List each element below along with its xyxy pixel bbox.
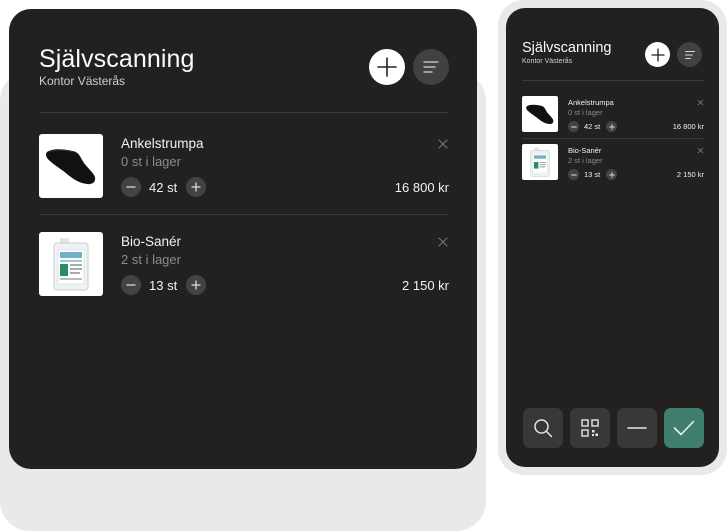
item-price: 16 800 kr bbox=[672, 122, 704, 131]
filter-menu-button[interactable] bbox=[677, 42, 702, 67]
decrease-quantity-button[interactable] bbox=[121, 177, 141, 197]
plus-icon bbox=[191, 182, 201, 192]
remove-item-button[interactable] bbox=[697, 99, 704, 106]
small-device-screen: Självscanning Kontor Västerås Ankelstrum… bbox=[506, 8, 719, 467]
add-button[interactable] bbox=[369, 49, 405, 85]
minus-icon bbox=[126, 186, 136, 188]
page-title: Självscanning bbox=[522, 40, 612, 56]
bottle-icon bbox=[530, 147, 550, 177]
sock-icon bbox=[46, 149, 96, 185]
remove-item-button[interactable] bbox=[437, 236, 449, 248]
minus-icon bbox=[126, 284, 136, 286]
increase-quantity-button[interactable] bbox=[186, 177, 206, 197]
plus-icon bbox=[608, 171, 615, 178]
header-divider bbox=[522, 80, 704, 81]
minus-icon bbox=[570, 126, 577, 127]
minus-icon bbox=[570, 174, 577, 175]
large-device-screen: Självscanning Kontor Västerås Ankelstrum… bbox=[9, 9, 477, 469]
list-item: Ankelstrumpa 0 st i lager 42 st 16 800 k… bbox=[522, 96, 704, 141]
filter-lines-icon bbox=[423, 61, 439, 73]
filter-menu-button[interactable] bbox=[413, 49, 449, 85]
close-icon bbox=[438, 139, 448, 149]
plus-icon bbox=[377, 57, 397, 77]
item-name: Bio-Sanér bbox=[121, 234, 182, 249]
item-name: Bio-Sanér bbox=[568, 146, 602, 155]
product-thumbnail bbox=[39, 232, 103, 296]
item-stock: 0 st i lager bbox=[568, 108, 603, 117]
page-title: Självscanning bbox=[39, 45, 195, 73]
item-quantity: 13 st bbox=[584, 170, 601, 179]
close-icon bbox=[697, 147, 704, 154]
item-price: 2 150 kr bbox=[676, 170, 704, 179]
item-price: 16 800 kr bbox=[394, 180, 449, 195]
minus-icon bbox=[627, 427, 647, 429]
list-item: Bio-Sanér 2 st i lager 13 st 2 150 kr bbox=[39, 232, 449, 312]
item-stock: 2 st i lager bbox=[121, 252, 181, 267]
item-quantity: 13 st bbox=[149, 278, 178, 293]
bottle-icon bbox=[53, 238, 89, 291]
sock-icon bbox=[526, 104, 554, 125]
product-thumbnail bbox=[522, 96, 558, 132]
page-subtitle: Kontor Västerås bbox=[39, 74, 126, 88]
qr-code-icon bbox=[581, 419, 599, 437]
item-stock: 0 st i lager bbox=[121, 154, 181, 169]
check-icon bbox=[673, 420, 695, 436]
close-icon bbox=[438, 237, 448, 247]
add-button[interactable] bbox=[645, 42, 670, 67]
item-divider bbox=[522, 138, 704, 139]
scan-qr-button[interactable] bbox=[570, 408, 610, 448]
product-thumbnail bbox=[39, 134, 103, 198]
increase-quantity-button[interactable] bbox=[606, 169, 617, 180]
decrease-quantity-button[interactable] bbox=[568, 169, 579, 180]
plus-icon bbox=[608, 123, 615, 130]
remove-item-button[interactable] bbox=[697, 147, 704, 154]
remove-item-button[interactable] bbox=[437, 138, 449, 150]
item-stock: 2 st i lager bbox=[568, 156, 603, 165]
list-item: Bio-Sanér 2 st i lager 13 st 2 150 kr bbox=[522, 144, 704, 189]
item-name: Ankelstrumpa bbox=[121, 136, 204, 151]
increase-quantity-button[interactable] bbox=[186, 275, 206, 295]
page-subtitle: Kontor Västerås bbox=[522, 58, 573, 65]
plus-icon bbox=[191, 280, 201, 290]
decrease-quantity-button[interactable] bbox=[121, 275, 141, 295]
item-price: 2 150 kr bbox=[402, 278, 449, 293]
search-icon bbox=[534, 419, 553, 438]
increase-quantity-button[interactable] bbox=[606, 121, 617, 132]
filter-lines-icon bbox=[684, 50, 695, 59]
item-quantity: 42 st bbox=[149, 180, 178, 195]
item-quantity: 42 st bbox=[584, 122, 601, 131]
decrease-quantity-button[interactable] bbox=[568, 121, 579, 132]
confirm-button[interactable] bbox=[664, 408, 704, 448]
list-item: Ankelstrumpa 0 st i lager 42 st 16 800 k… bbox=[39, 134, 449, 214]
item-name: Ankelstrumpa bbox=[568, 98, 614, 107]
header-divider bbox=[39, 112, 449, 113]
item-divider bbox=[39, 214, 449, 215]
close-icon bbox=[697, 99, 704, 106]
search-button[interactable] bbox=[523, 408, 563, 448]
product-thumbnail bbox=[522, 144, 558, 180]
plus-icon bbox=[650, 47, 665, 62]
remove-button[interactable] bbox=[617, 408, 657, 448]
